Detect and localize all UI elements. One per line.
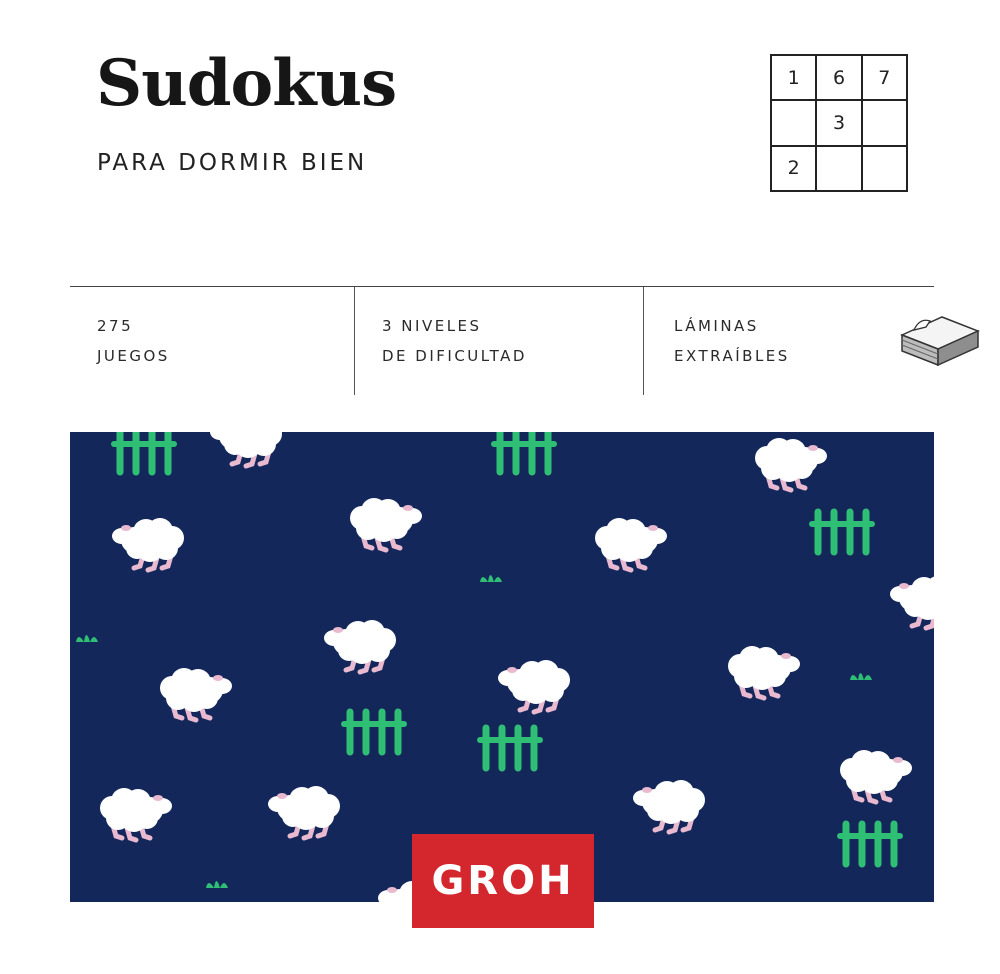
sudoku-cell — [861, 100, 907, 146]
fence-icon — [809, 508, 875, 556]
sudoku-cell — [771, 100, 817, 146]
sheep-icon — [633, 780, 705, 835]
sheep-icon — [160, 668, 232, 723]
sheep-icon — [890, 576, 934, 631]
book-subtitle: PARA DORMIR BIEN — [97, 150, 368, 176]
sheep-icon — [350, 498, 422, 553]
sudoku-cell — [816, 145, 862, 191]
sheep-icon — [840, 750, 912, 805]
sheep-icon — [210, 432, 282, 469]
sheep-icon — [268, 786, 340, 841]
feature-games-count: 275 JUEGOS — [70, 287, 355, 395]
feature-tear-off-sheets: LÁMINAS EXTRAÍBLES — [644, 287, 980, 395]
feature-difficulty-levels: 3 NIVELES DE DIFICULTAD — [355, 287, 644, 395]
fence-icon — [837, 820, 903, 868]
sheep-icon — [728, 646, 800, 701]
sheep-icon — [498, 660, 570, 715]
grass-tuft-icon — [480, 575, 502, 582]
feature-line: 3 NIVELES — [382, 317, 482, 335]
sheep-icon — [324, 620, 396, 675]
feature-line: EXTRAÍBLES — [674, 347, 790, 365]
sudoku-cell: 7 — [861, 55, 907, 101]
sheep-icon — [112, 518, 184, 573]
sudoku-cell: 1 — [771, 55, 817, 101]
book-title: Sudokus — [96, 46, 397, 121]
fence-icon — [111, 432, 177, 476]
feature-line: DE DIFICULTAD — [382, 347, 527, 365]
sudoku-cell: 6 — [816, 55, 862, 101]
feature-line: LÁMINAS — [674, 317, 759, 335]
fence-icon — [477, 724, 543, 772]
sudoku-cell — [861, 145, 907, 191]
sudoku-cell: 3 — [816, 100, 862, 146]
sheep-pattern-svg — [76, 432, 934, 902]
sheep-icon — [755, 438, 827, 493]
feature-line: 275 — [97, 317, 134, 335]
publisher-logo: GROH — [412, 834, 594, 928]
fence-icon — [491, 432, 557, 476]
features-bar: 275 JUEGOS 3 NIVELES DE DIFICULTAD LÁMIN… — [70, 287, 980, 395]
sheep-pattern-illustration — [70, 432, 934, 902]
grass-tuft-icon — [206, 881, 228, 888]
grass-tuft-icon — [76, 635, 98, 642]
tear-off-sheets-icon — [900, 316, 980, 367]
sudoku-cell: 2 — [771, 145, 817, 191]
feature-line: JUEGOS — [97, 347, 170, 365]
sheep-icon — [100, 788, 172, 843]
fence-icon — [341, 708, 407, 756]
sudoku-grid-illustration: 1 6 7 3 2 — [770, 54, 908, 192]
grass-tuft-icon — [850, 673, 872, 680]
sheep-icon — [595, 518, 667, 573]
